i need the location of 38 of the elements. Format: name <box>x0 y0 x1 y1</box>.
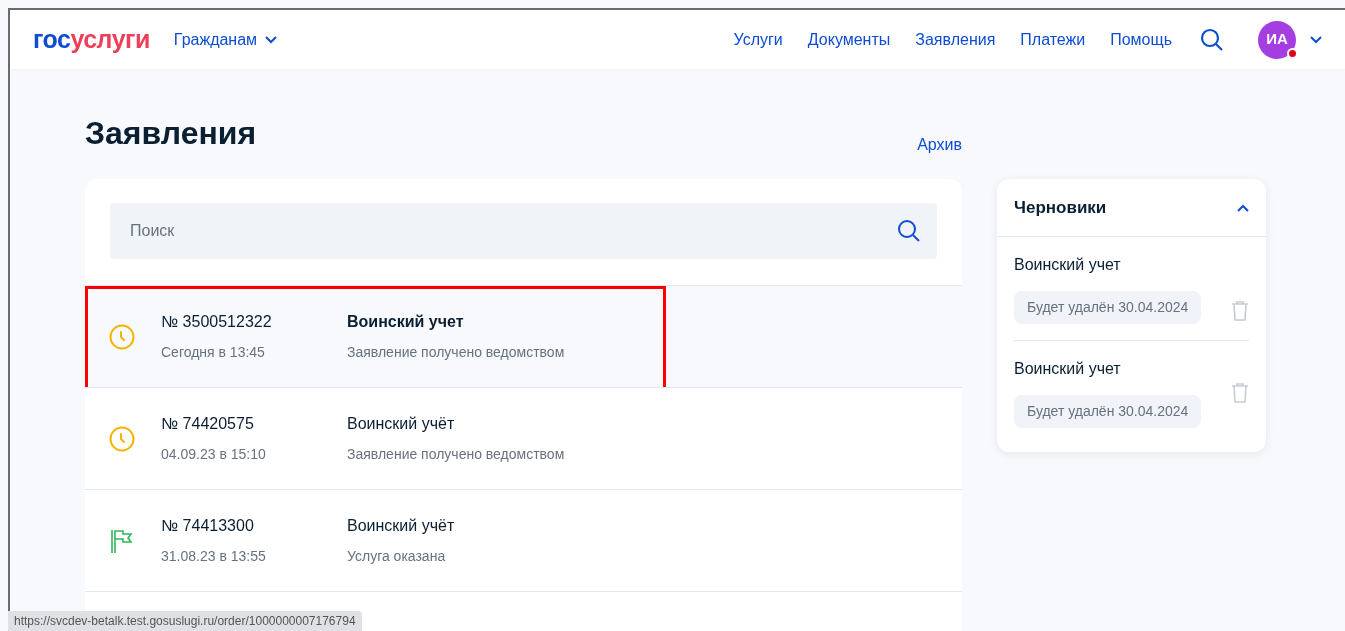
drafts-title: Черновики <box>1014 196 1107 219</box>
draft-name[interactable]: Воинский учет <box>1014 253 1121 277</box>
application-status: Заявление получено ведомством <box>347 343 565 362</box>
status-bar-url: https://svcdev-betalk.test.gosuslugi.ru/order/1000000007176794 <box>8 611 362 631</box>
search-icon[interactable] <box>897 219 921 243</box>
draft-name[interactable]: Воинский учет <box>1014 357 1121 381</box>
nav-link[interactable]: Услуги <box>733 27 783 52</box>
chevron-down-icon[interactable] <box>1310 35 1322 44</box>
application-status: Заявление получено ведомством <box>347 445 565 464</box>
application-date: 31.08.23 в 13:55 <box>161 547 267 566</box>
application-date: 04.09.23 в 15:10 <box>161 445 267 464</box>
clock-icon <box>109 323 135 350</box>
nav-link[interactable]: Платежи <box>1020 27 1086 52</box>
page-title: Заявления <box>85 114 257 153</box>
avatar[interactable]: ИА <box>1258 20 1296 59</box>
nav-link[interactable]: Заявления <box>915 27 996 52</box>
application-date: Сегодня в 13:45 <box>161 343 266 362</box>
application-status: Услуга оказана <box>347 547 447 566</box>
expiry-badge: Будет удалён 30.04.2024 <box>1014 395 1202 428</box>
search-field[interactable]: Поиск <box>110 203 937 259</box>
application-number: № 74420575 <box>161 414 255 434</box>
search-icon[interactable] <box>1200 27 1224 52</box>
audience-menu[interactable]: Гражданам <box>173 27 278 52</box>
service-name: Воинский учёт <box>347 414 456 434</box>
archive-link[interactable]: Архив <box>917 133 962 157</box>
expiry-badge: Будет удалён 30.04.2024 <box>1014 291 1202 324</box>
application-row[interactable]: № 3500512322 Сегодня в 13:45 Воинский учет Заявление получено ведомством <box>85 285 962 387</box>
chevron-up-icon[interactable] <box>1237 203 1249 212</box>
nav-link[interactable]: Помощь <box>1110 27 1172 52</box>
chevron-down-icon <box>265 35 278 44</box>
flag-icon <box>109 527 133 554</box>
clock-icon <box>109 425 135 452</box>
application-number: № 74413300 <box>161 516 255 536</box>
service-name: Воинский учет <box>347 312 465 332</box>
application-number: № 3500512322 <box>161 312 273 332</box>
logo[interactable]: госуслуги <box>33 27 150 52</box>
nav-link[interactable]: Документы <box>807 27 891 52</box>
service-name: Воинский учёт <box>347 516 455 536</box>
